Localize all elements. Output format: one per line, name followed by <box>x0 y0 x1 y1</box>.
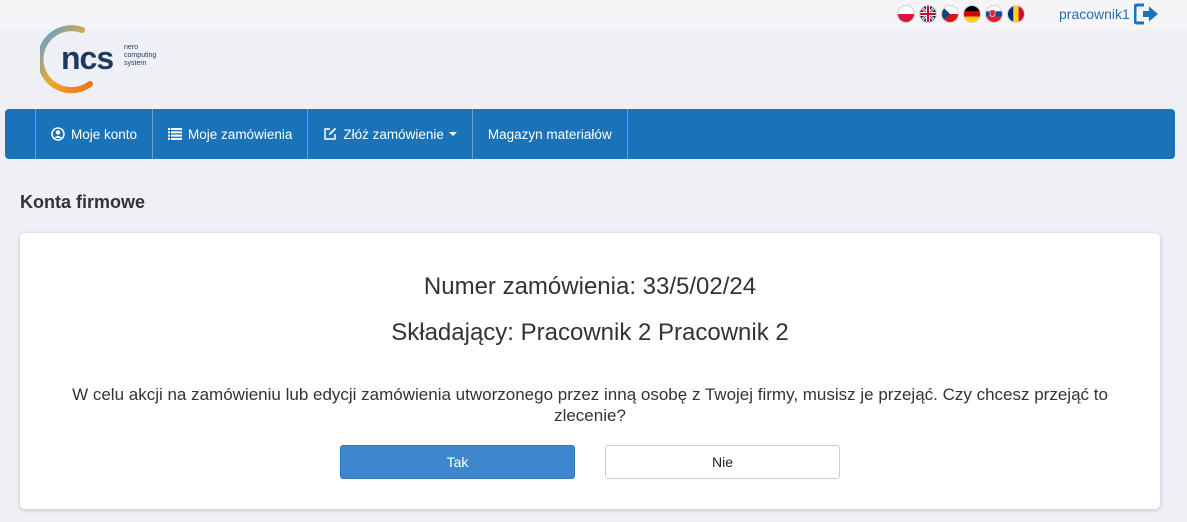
main-navbar: Moje konto Moje zamówienia Złóż zamówien… <box>5 109 1175 159</box>
nav-item-zloz-zamowienie[interactable]: Złóż zamówienie <box>308 109 473 159</box>
flag-pl-icon[interactable] <box>898 6 914 22</box>
list-icon <box>168 128 183 140</box>
flag-ro-icon[interactable] <box>1008 6 1024 22</box>
language-switcher <box>898 6 1024 22</box>
edit-icon <box>323 127 337 141</box>
flag-cs-icon[interactable] <box>942 6 958 22</box>
logo-line-3: system <box>124 60 146 67</box>
nav-item-label: Moje zamówienia <box>188 126 293 142</box>
takeover-dialog: Numer zamówienia: 33/5/02/24 Składający:… <box>20 233 1160 509</box>
sign-out-icon[interactable] <box>1133 3 1160 30</box>
nav-item-moje-konto[interactable]: Moje konto <box>36 109 154 159</box>
flag-de-icon[interactable] <box>964 6 980 22</box>
flag-en-icon[interactable] <box>920 6 936 22</box>
takeover-message: W celu akcji na zamówieniu lub edycji za… <box>72 385 1108 425</box>
ncs-logo[interactable]: ncs nero computing system <box>37 24 170 101</box>
nav-item-moje-zamowienia[interactable]: Moje zamówienia <box>153 109 309 159</box>
no-button[interactable]: Nie <box>605 445 840 479</box>
logo-text: ncs <box>61 40 113 76</box>
yes-button[interactable]: Tak <box>340 445 575 479</box>
flag-sk-icon[interactable] <box>986 6 1002 22</box>
logo-line-1: nero <box>124 44 138 51</box>
logo-line-2: computing <box>124 52 156 59</box>
nav-item-label: Moje konto <box>71 126 138 142</box>
top-bar: pracownik1 <box>0 0 1187 30</box>
order-number: Numer zamówienia: 33/5/02/24 <box>423 273 757 300</box>
nav-items: Moje konto Moje zamówienia Złóż zamówien… <box>35 109 628 159</box>
submitter-name: Składający: Pracownik 2 Pracownik 2 <box>391 319 789 346</box>
username-link[interactable]: pracownik1 <box>1059 6 1130 22</box>
caret-down-icon <box>448 132 457 136</box>
nav-item-label: Magazyn materiałów <box>487 126 612 142</box>
nav-item-label: Złóż zamówienie <box>343 126 444 142</box>
page-title: Konta firmowe <box>20 192 146 212</box>
user-circle-icon <box>51 127 65 141</box>
nav-item-magazyn-materialow[interactable]: Magazyn materiałów <box>473 109 628 159</box>
